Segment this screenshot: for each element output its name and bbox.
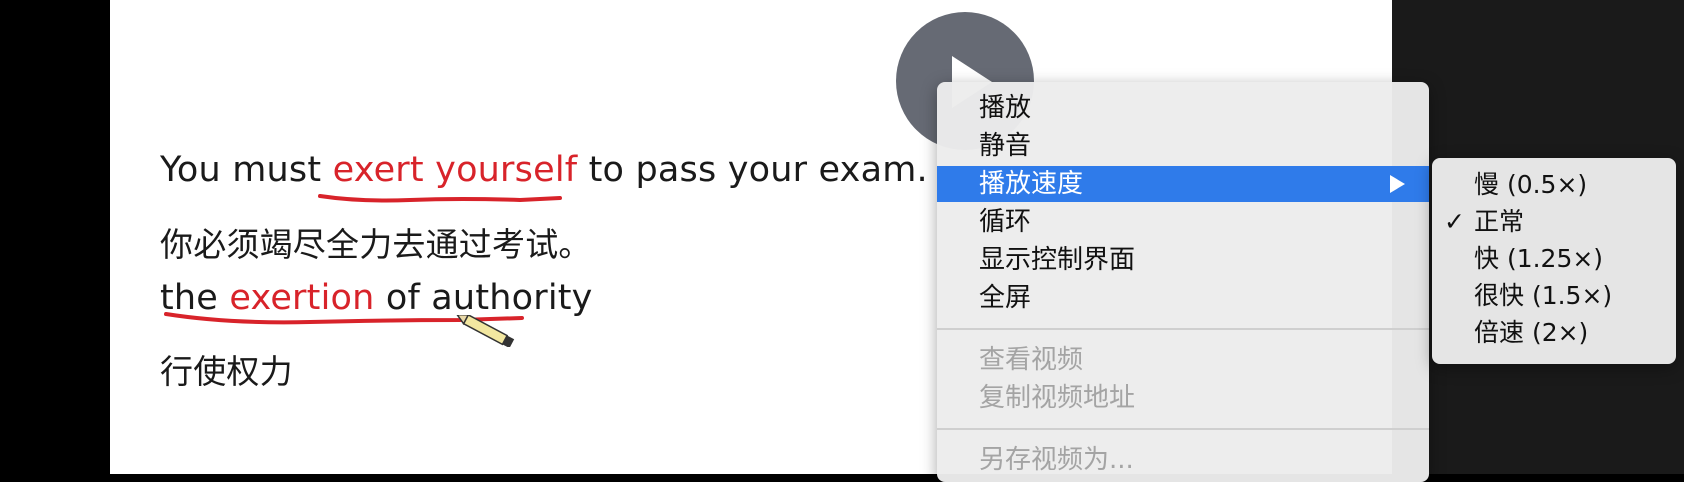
sentence-2: the exertion of authority [160, 278, 593, 318]
menu-separator [937, 328, 1429, 330]
sentence-2-text-end: of authority [374, 278, 593, 318]
menu-item-loop[interactable]: 循环 [937, 204, 1429, 240]
menu-item-view-video: 查看视频 [979, 345, 1084, 375]
menu-item-save-video-as: 另存视频为... [979, 445, 1134, 475]
sentence-1: You must exert yourself to pass your exa… [160, 150, 928, 190]
menu-item-playback-speed-label: 播放速度 [979, 169, 1084, 199]
menu-item-show-controls[interactable]: 显示控制界面 [937, 242, 1429, 278]
translation-2: 行使权力 [160, 352, 293, 391]
translation-1: 你必须竭尽全力去通过考试。 [160, 225, 592, 264]
speed-option-normal[interactable]: ✓ 正常 [1432, 203, 1676, 240]
speed-submenu: 慢 (0.5×) ✓ 正常 快 (1.25×) 很快 (1.5×) 倍速 (2×… [1432, 158, 1676, 364]
menu-item-playback-speed[interactable]: 播放速度 [937, 166, 1429, 202]
menu-item-play[interactable]: 播放 [937, 90, 1429, 126]
menu-item-fullscreen[interactable]: 全屏 [937, 280, 1429, 316]
underline-1 [318, 194, 562, 203]
letterbox-left [0, 0, 110, 474]
context-menu: 播放 静音 播放速度 循环 显示控制界面 全屏 查看视频 复制视频地址 另存视频… [937, 82, 1429, 482]
checkmark-icon: ✓ [1444, 207, 1465, 236]
menu-separator [937, 428, 1429, 430]
speed-option-normal-label: 正常 [1474, 207, 1525, 236]
pencil-cursor-icon [455, 315, 515, 347]
speed-option-fast[interactable]: 快 (1.25×) [1432, 240, 1676, 277]
sentence-2-text: the [160, 278, 230, 318]
sentence-1-highlight: exert yourself [332, 150, 578, 190]
speed-option-double[interactable]: 倍速 (2×) [1432, 314, 1676, 351]
speed-option-very-fast[interactable]: 很快 (1.5×) [1432, 277, 1676, 314]
menu-item-copy-video-address: 复制视频地址 [979, 383, 1136, 413]
submenu-arrow-icon [1390, 175, 1405, 193]
sentence-1-text-end: to pass your exam. [577, 150, 928, 190]
sentence-1-text: You must [160, 150, 333, 190]
sentence-2-highlight: exertion [229, 278, 375, 318]
speed-option-slow[interactable]: 慢 (0.5×) [1432, 166, 1676, 203]
menu-item-mute[interactable]: 静音 [937, 128, 1429, 164]
